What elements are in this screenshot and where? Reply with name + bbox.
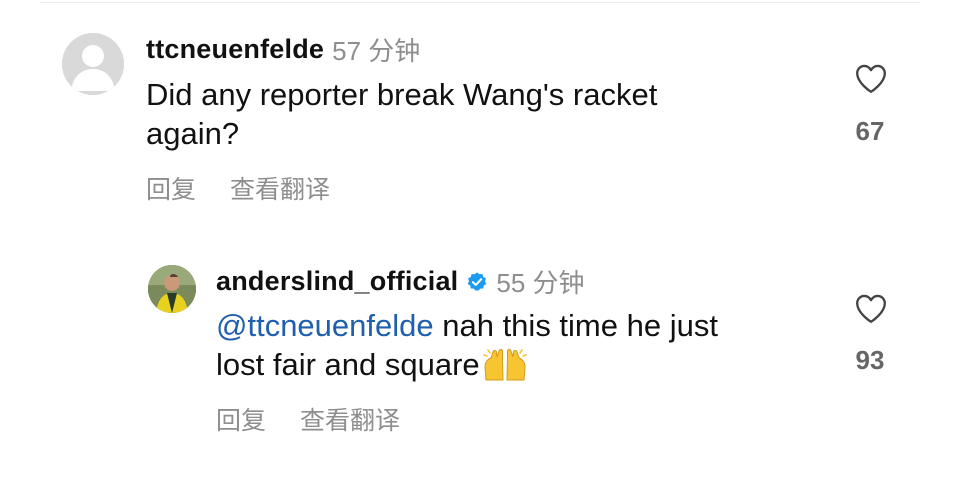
like-count: 93 xyxy=(855,345,885,375)
comment-header: anderslind_official 55 分钟 xyxy=(216,263,585,300)
comment-username[interactable]: anderslind_official xyxy=(216,266,458,297)
comment-text: Did any reporter break Wang's racket aga… xyxy=(146,75,657,153)
mention-link[interactable]: @ttcneuenfelde xyxy=(216,308,434,343)
comment-header: ttcneuenfelde 57 分钟 xyxy=(146,31,420,68)
reply-button[interactable]: 回复 xyxy=(216,401,266,437)
comment-text: @ttcneuenfelde nah this time he just los… xyxy=(216,306,718,384)
comment-time: 57 分钟 xyxy=(332,36,421,66)
avatar[interactable] xyxy=(62,33,124,95)
comment-username[interactable]: ttcneuenfelde xyxy=(146,34,324,65)
raising-hands-icon xyxy=(482,347,528,381)
like-count: 67 xyxy=(855,116,885,146)
comment-actions: 回复 查看翻译 xyxy=(216,401,400,437)
reply-button[interactable]: 回复 xyxy=(146,170,196,206)
profile-photo-icon xyxy=(148,265,196,313)
verified-badge-icon xyxy=(466,271,488,293)
heart-icon[interactable] xyxy=(853,62,889,94)
translate-button[interactable]: 查看翻译 xyxy=(300,401,400,437)
comment-text-line: again? xyxy=(146,116,240,151)
comment-text-line: @ttcneuenfelde nah this time he just xyxy=(216,306,718,345)
avatar[interactable] xyxy=(148,265,196,313)
heart-icon[interactable] xyxy=(853,292,889,324)
comment-actions: 回复 查看翻译 xyxy=(146,170,330,206)
comment-text-fragment: nah this time he just xyxy=(433,308,718,343)
comment-text-line: lost fair and square xyxy=(216,345,718,384)
default-avatar-icon xyxy=(62,33,124,95)
translate-button[interactable]: 查看翻译 xyxy=(230,170,330,206)
divider xyxy=(40,2,920,3)
comment-text-fragment: lost fair and square xyxy=(216,347,480,382)
comment-text-line: Did any reporter break Wang's racket xyxy=(146,77,658,112)
comment-time: 55 分钟 xyxy=(496,268,585,298)
